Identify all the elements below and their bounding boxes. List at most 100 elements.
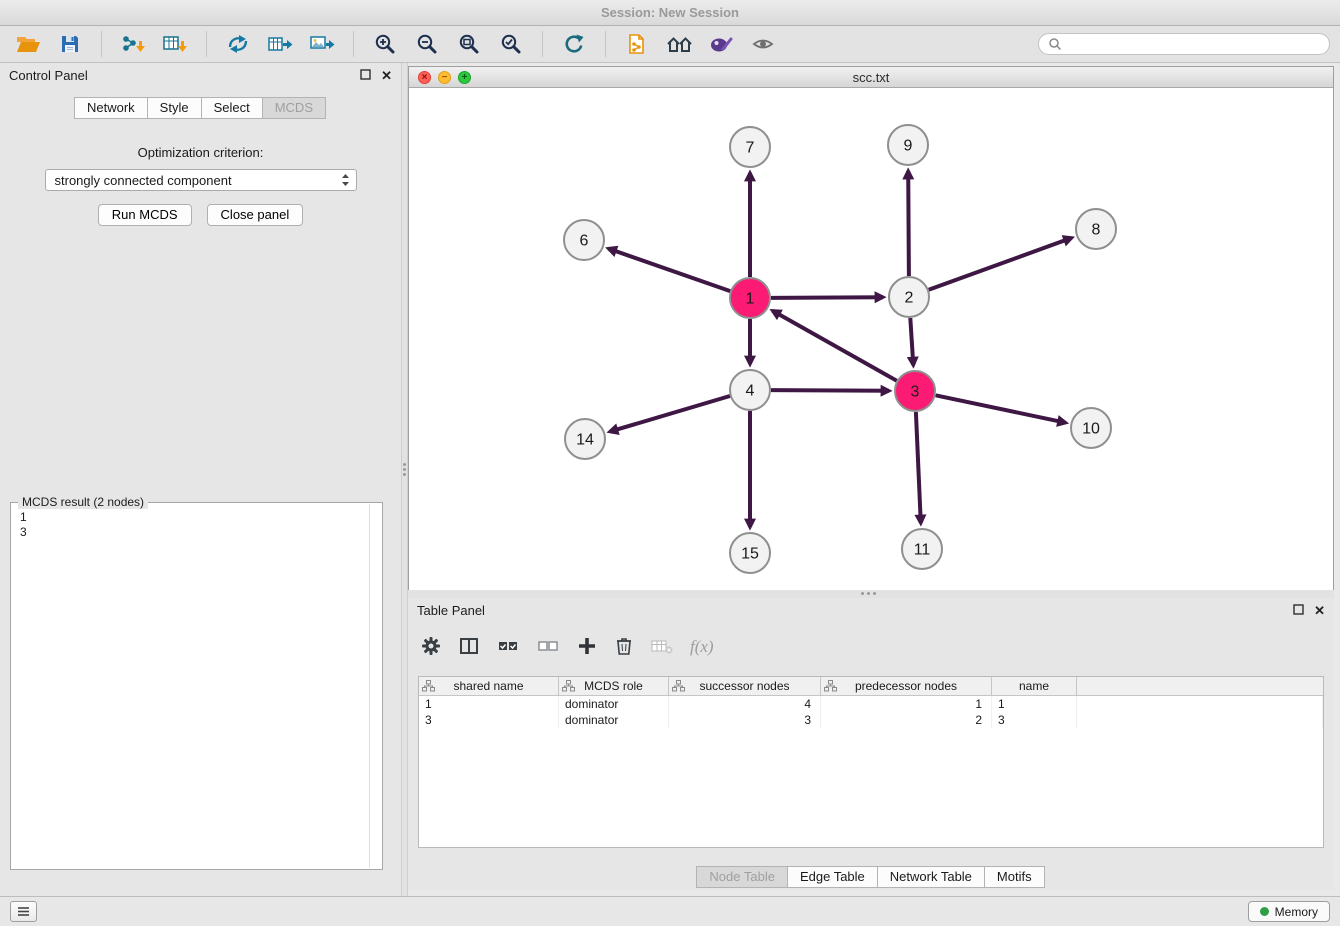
float-table-panel-button[interactable] (1293, 603, 1304, 618)
tab-network[interactable]: Network (74, 97, 148, 119)
tab-node-table[interactable]: Node Table (696, 866, 788, 888)
graph-edge-2-9[interactable] (908, 171, 909, 276)
select-all-columns-button[interactable] (496, 635, 520, 660)
cell-predecessor-nodes[interactable]: 2 (821, 712, 992, 728)
cell-shared-name[interactable]: 3 (419, 712, 559, 728)
horizontal-splitter[interactable] (408, 590, 1334, 598)
minimize-window-button[interactable]: − (438, 71, 451, 84)
graph-edge-1-6[interactable] (609, 249, 731, 292)
zoom-selected-icon (500, 33, 522, 55)
zoom-in-button[interactable] (367, 29, 403, 59)
cell-name[interactable]: 1 (992, 696, 1077, 712)
splitter-handle[interactable] (861, 592, 876, 595)
table-row[interactable]: 3 dominator 3 2 3 (419, 712, 1323, 728)
graph-node-4[interactable]: 4 (730, 370, 770, 410)
network-document-button[interactable] (619, 29, 655, 59)
cell-predecessor-nodes[interactable]: 1 (821, 696, 992, 712)
open-session-button[interactable] (10, 29, 46, 59)
tab-mcds[interactable]: MCDS (262, 97, 326, 119)
graph-edge-4-14[interactable] (610, 396, 730, 432)
refresh-button[interactable] (556, 29, 592, 59)
graph-node-label: 10 (1082, 421, 1100, 438)
result-scrollbar-track[interactable] (369, 504, 370, 868)
import-network-button[interactable] (115, 29, 151, 59)
graph-edge-2-3[interactable] (910, 318, 913, 365)
show-details-button[interactable] (745, 29, 781, 59)
table-settings-button[interactable] (420, 635, 442, 660)
tab-style[interactable]: Style (147, 97, 202, 119)
table-header-row: shared name MCDS role (419, 677, 1323, 696)
tab-motifs[interactable]: Motifs (984, 866, 1045, 888)
run-mcds-button[interactable]: Run MCDS (98, 204, 192, 226)
export-image-button[interactable] (304, 29, 340, 59)
export-network-icon (226, 33, 250, 55)
graph-node-1[interactable]: 1 (730, 278, 770, 318)
style-button[interactable] (703, 29, 739, 59)
graph-node-14[interactable]: 14 (565, 419, 605, 459)
graph-node-11[interactable]: 11 (902, 529, 942, 569)
column-header-mcds-role[interactable]: MCDS role (559, 677, 669, 695)
tab-network-table[interactable]: Network Table (877, 866, 985, 888)
export-network-button[interactable] (220, 29, 256, 59)
close-window-button[interactable]: × (418, 71, 431, 84)
show-columns-button[interactable] (458, 635, 480, 660)
column-header-predecessor-nodes[interactable]: predecessor nodes (821, 677, 992, 695)
graph-node-7[interactable]: 7 (730, 127, 770, 167)
memory-button[interactable]: Memory (1248, 901, 1330, 922)
home-layout-button[interactable] (661, 29, 697, 59)
cell-name[interactable]: 3 (992, 712, 1077, 728)
splitter-handle[interactable] (403, 461, 406, 478)
network-canvas[interactable]: 7 9 6 8 1 2 4 3 14 10 15 11 (409, 89, 1333, 590)
close-table-panel-button[interactable]: ✕ (1314, 604, 1325, 617)
network-graph-svg[interactable]: 7 9 6 8 1 2 4 3 14 10 15 11 (409, 89, 1333, 590)
graph-edge-3-10[interactable] (936, 395, 1066, 422)
export-table-button[interactable] (262, 29, 298, 59)
graph-node-10[interactable]: 10 (1071, 408, 1111, 448)
cell-mcds-role[interactable]: dominator (559, 696, 669, 712)
column-header-shared-name[interactable]: shared name (419, 677, 559, 695)
graph-node-2[interactable]: 2 (889, 277, 929, 317)
network-window-titlebar[interactable]: × − + scc.txt (409, 67, 1333, 88)
graph-node-3[interactable]: 3 (895, 371, 935, 411)
cell-successor-nodes[interactable]: 4 (669, 696, 821, 712)
graph-node-15[interactable]: 15 (730, 533, 770, 573)
graph-node-9[interactable]: 9 (888, 125, 928, 165)
zoom-out-icon (416, 33, 438, 55)
graph-edge-1-2[interactable] (771, 297, 883, 298)
graph-node-label: 15 (741, 546, 759, 563)
search-input[interactable] (1067, 37, 1320, 51)
import-table-button[interactable] (157, 29, 193, 59)
status-bar: Memory (0, 896, 1340, 926)
cell-mcds-role[interactable]: dominator (559, 712, 669, 728)
column-header-name[interactable]: name (992, 677, 1077, 695)
panel-menu-button[interactable] (10, 901, 37, 922)
zoom-selected-button[interactable] (493, 29, 529, 59)
graph-node-8[interactable]: 8 (1076, 209, 1116, 249)
zoom-out-button[interactable] (409, 29, 445, 59)
float-panel-button[interactable] (360, 68, 371, 83)
traffic-lights: × − + (418, 71, 471, 84)
tab-edge-table[interactable]: Edge Table (787, 866, 878, 888)
cell-shared-name[interactable]: 1 (419, 696, 559, 712)
cell-successor-nodes[interactable]: 3 (669, 712, 821, 728)
graph-edge-2-8[interactable] (929, 238, 1072, 290)
column-header-successor-nodes[interactable]: successor nodes (669, 677, 821, 695)
table-row[interactable]: 1 dominator 4 1 1 (419, 696, 1323, 712)
close-panel-button[interactable]: ✕ (381, 69, 392, 82)
deselect-all-columns-button[interactable] (536, 635, 560, 660)
save-session-button[interactable] (52, 29, 88, 59)
vertical-splitter[interactable] (401, 63, 408, 896)
close-panel-button-2[interactable]: Close panel (207, 204, 304, 226)
graph-edge-3-11[interactable] (916, 412, 921, 523)
delete-column-button[interactable] (614, 635, 634, 660)
tab-select[interactable]: Select (201, 97, 263, 119)
search-box[interactable] (1038, 33, 1330, 55)
graph-node-label: 6 (580, 233, 589, 250)
add-column-button[interactable] (576, 635, 598, 660)
graph-edge-3-1[interactable] (773, 311, 897, 381)
graph-edge-4-3[interactable] (771, 390, 889, 391)
zoom-window-button[interactable]: + (458, 71, 471, 84)
criterion-dropdown[interactable]: strongly connected component (45, 169, 357, 191)
zoom-fit-button[interactable] (451, 29, 487, 59)
graph-node-6[interactable]: 6 (564, 220, 604, 260)
